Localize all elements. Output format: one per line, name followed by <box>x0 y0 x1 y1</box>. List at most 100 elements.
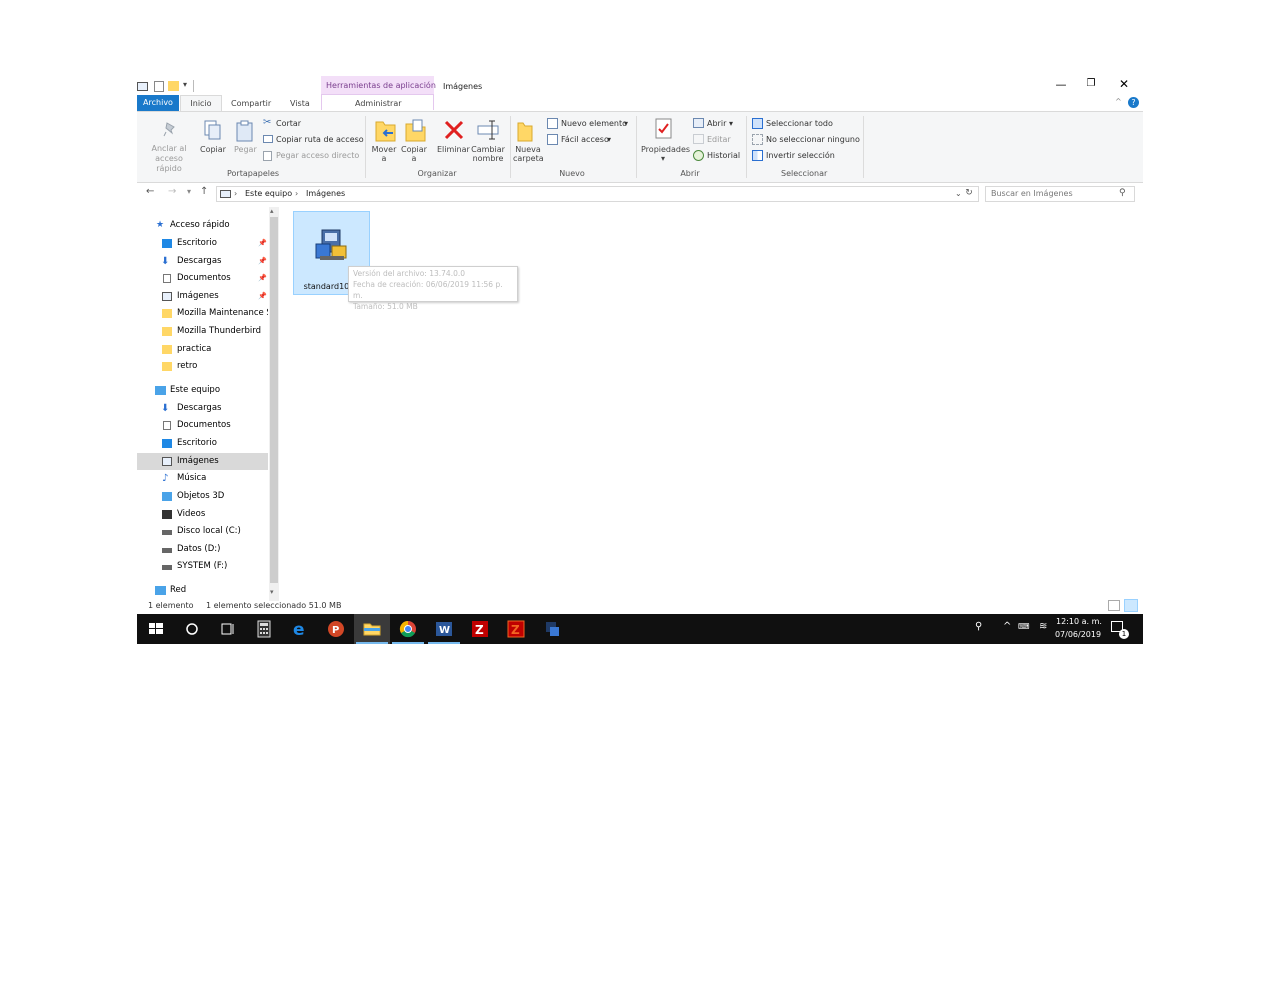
word-icon[interactable]: W <box>434 619 454 639</box>
chrome-icon[interactable] <box>398 619 418 639</box>
up-button[interactable]: ↑ <box>200 186 208 197</box>
new-folder-quick-icon[interactable] <box>168 81 179 91</box>
properties-button[interactable]: Propiedades <box>641 145 690 154</box>
nav-quick-mozilla-maintenance[interactable]: Mozilla Maintenance Se <box>137 305 268 322</box>
address-bar[interactable]: › Este equipo › Imágenes ⌄ <box>216 186 979 202</box>
copy-button[interactable]: Copiar <box>200 145 226 154</box>
search-box[interactable]: Buscar en Imágenes ⚲ <box>985 186 1135 202</box>
minimize-button[interactable]: — <box>1053 78 1069 94</box>
nav-quick-mozilla-thunderbird[interactable]: Mozilla Thunderbird <box>137 323 267 340</box>
wifi-icon[interactable]: ≋ <box>1039 621 1047 632</box>
large-icons-view-icon[interactable] <box>1124 599 1138 612</box>
move-to-button[interactable]: Mover a <box>371 145 397 163</box>
tab-inicio[interactable]: Inicio <box>180 95 222 111</box>
nav-pc-descargas[interactable]: ⬇ Descargas <box>137 400 267 417</box>
input-language-icon[interactable]: ⌨ <box>1018 622 1030 631</box>
cortana-search-icon[interactable] <box>182 619 202 639</box>
nav-label: Datos (D:) <box>177 544 221 554</box>
nav-scrollbar[interactable]: ▴ ▾ <box>269 207 279 601</box>
breadcrumb-chevron-icon[interactable]: › <box>234 189 237 198</box>
nav-label: Imágenes <box>177 291 219 301</box>
calculator-icon[interactable] <box>254 619 274 639</box>
forward-button[interactable]: → <box>168 186 176 197</box>
nav-quick-escritorio[interactable]: Escritorio 📌 <box>137 235 267 252</box>
scroll-down-icon[interactable]: ▾ <box>270 588 274 596</box>
help-icon[interactable]: ? <box>1128 97 1139 108</box>
paste-icon <box>236 120 253 142</box>
nav-pc-videos[interactable]: Videos <box>137 506 267 523</box>
nav-quick-imagenes[interactable]: Imágenes 📌 <box>137 288 267 305</box>
rename-button[interactable]: Cambiar nombre <box>471 145 505 163</box>
restore-button[interactable]: ❐ <box>1083 78 1099 94</box>
nav-quick-descargas[interactable]: ⬇ Descargas 📌 <box>137 253 267 270</box>
nav-quick-practica[interactable]: practica <box>137 341 267 358</box>
scroll-up-icon[interactable]: ▴ <box>270 207 274 215</box>
nav-pc-escritorio[interactable]: Escritorio <box>137 435 267 452</box>
delete-button[interactable]: Eliminar <box>437 145 470 154</box>
nav-quick-retro[interactable]: retro <box>137 358 267 375</box>
nav-quick-access[interactable]: ★ Acceso rápido <box>137 217 267 234</box>
filezilla-server-icon[interactable]: Z <box>506 619 526 639</box>
recent-locations-icon[interactable]: ▾ <box>187 187 191 196</box>
pin-quick-access-button[interactable]: Anclar al acceso rápido <box>143 144 195 174</box>
new-folder-button[interactable]: Nueva carpeta <box>513 145 544 163</box>
clock-time[interactable]: 12:10 a. m. <box>1056 617 1102 626</box>
paste-shortcut-button[interactable]: Pegar acceso directo <box>276 151 359 160</box>
nav-pc-disco-c[interactable]: Disco local (C:) <box>137 523 267 540</box>
properties-quick-icon[interactable] <box>154 81 164 92</box>
start-button[interactable] <box>146 619 166 639</box>
paste-button[interactable]: Pegar <box>234 145 257 154</box>
tab-archivo[interactable]: Archivo <box>137 95 179 111</box>
task-view-icon[interactable] <box>218 619 238 639</box>
tab-compartir[interactable]: Compartir <box>231 99 271 108</box>
people-icon[interactable]: ⚲ <box>975 621 982 632</box>
nav-this-pc[interactable]: Este equipo <box>137 382 267 399</box>
powerpoint-icon[interactable]: P <box>326 619 346 639</box>
running-indicator <box>392 642 424 644</box>
history-button[interactable]: Historial <box>707 151 740 160</box>
clock-date[interactable]: 07/06/2019 <box>1054 630 1102 639</box>
easy-access-dropdown-icon[interactable]: ▾ <box>607 135 611 144</box>
nav-pc-objetos-3d[interactable]: Objetos 3D <box>137 488 267 505</box>
invert-selection-button[interactable]: Invertir selección <box>766 151 835 160</box>
select-all-button[interactable]: Seleccionar todo <box>766 119 833 128</box>
tab-vista[interactable]: Vista <box>290 99 310 108</box>
edit-icon <box>693 134 704 144</box>
installer-taskbar-icon[interactable] <box>542 619 562 639</box>
nav-network[interactable]: Red <box>137 582 267 599</box>
file-explorer-taskbar-icon[interactable] <box>362 619 382 639</box>
scrollbar-thumb[interactable] <box>270 217 278 583</box>
refresh-icon[interactable]: ↻ <box>963 186 975 200</box>
collapse-ribbon-icon[interactable]: ^ <box>1115 97 1122 106</box>
customize-toolbar-icon[interactable]: ▾ <box>183 80 187 89</box>
breadcrumb-este-equipo[interactable]: Este equipo <box>245 189 292 198</box>
open-dropdown-icon[interactable]: ▾ <box>729 119 733 128</box>
nav-quick-documentos[interactable]: Documentos 📌 <box>137 270 267 287</box>
edge-browser-icon[interactable]: e <box>290 619 310 640</box>
new-item-button[interactable]: Nuevo elemento <box>561 119 627 128</box>
easy-access-button[interactable]: Fácil acceso <box>561 135 609 144</box>
cut-button[interactable]: Cortar <box>276 119 301 128</box>
breadcrumb-imagenes[interactable]: Imágenes <box>306 189 345 198</box>
tab-administrar[interactable]: Administrar <box>321 94 434 110</box>
show-hidden-icons[interactable]: ^ <box>1003 621 1011 632</box>
filezilla-icon[interactable]: Z <box>470 619 490 639</box>
search-input[interactable]: Buscar en Imágenes <box>991 189 1073 198</box>
edit-button[interactable]: Editar <box>707 135 731 144</box>
new-item-dropdown-icon[interactable]: ▾ <box>624 119 628 128</box>
nav-pc-documentos[interactable]: Documentos <box>137 417 267 434</box>
details-view-icon[interactable] <box>1108 600 1120 611</box>
close-button[interactable]: ✕ <box>1116 77 1132 93</box>
back-button[interactable]: ← <box>146 186 154 197</box>
nav-pc-musica[interactable]: ♪ Música <box>137 470 267 487</box>
select-none-button[interactable]: No seleccionar ninguno <box>766 135 860 144</box>
nav-pc-datos-d[interactable]: Datos (D:) <box>137 541 267 558</box>
open-button[interactable]: Abrir <box>707 119 726 128</box>
breadcrumb-chevron-icon[interactable]: › <box>295 189 298 198</box>
nav-pc-system-f[interactable]: SYSTEM (F:) <box>137 558 267 575</box>
copy-path-button[interactable]: Copiar ruta de acceso <box>276 135 364 144</box>
copy-to-button[interactable]: Copiar a <box>401 145 427 163</box>
address-dropdown-icon[interactable]: ⌄ <box>955 189 962 198</box>
properties-dropdown-icon[interactable]: ▾ <box>661 154 665 163</box>
nav-pc-imagenes[interactable]: Imágenes <box>137 453 267 470</box>
